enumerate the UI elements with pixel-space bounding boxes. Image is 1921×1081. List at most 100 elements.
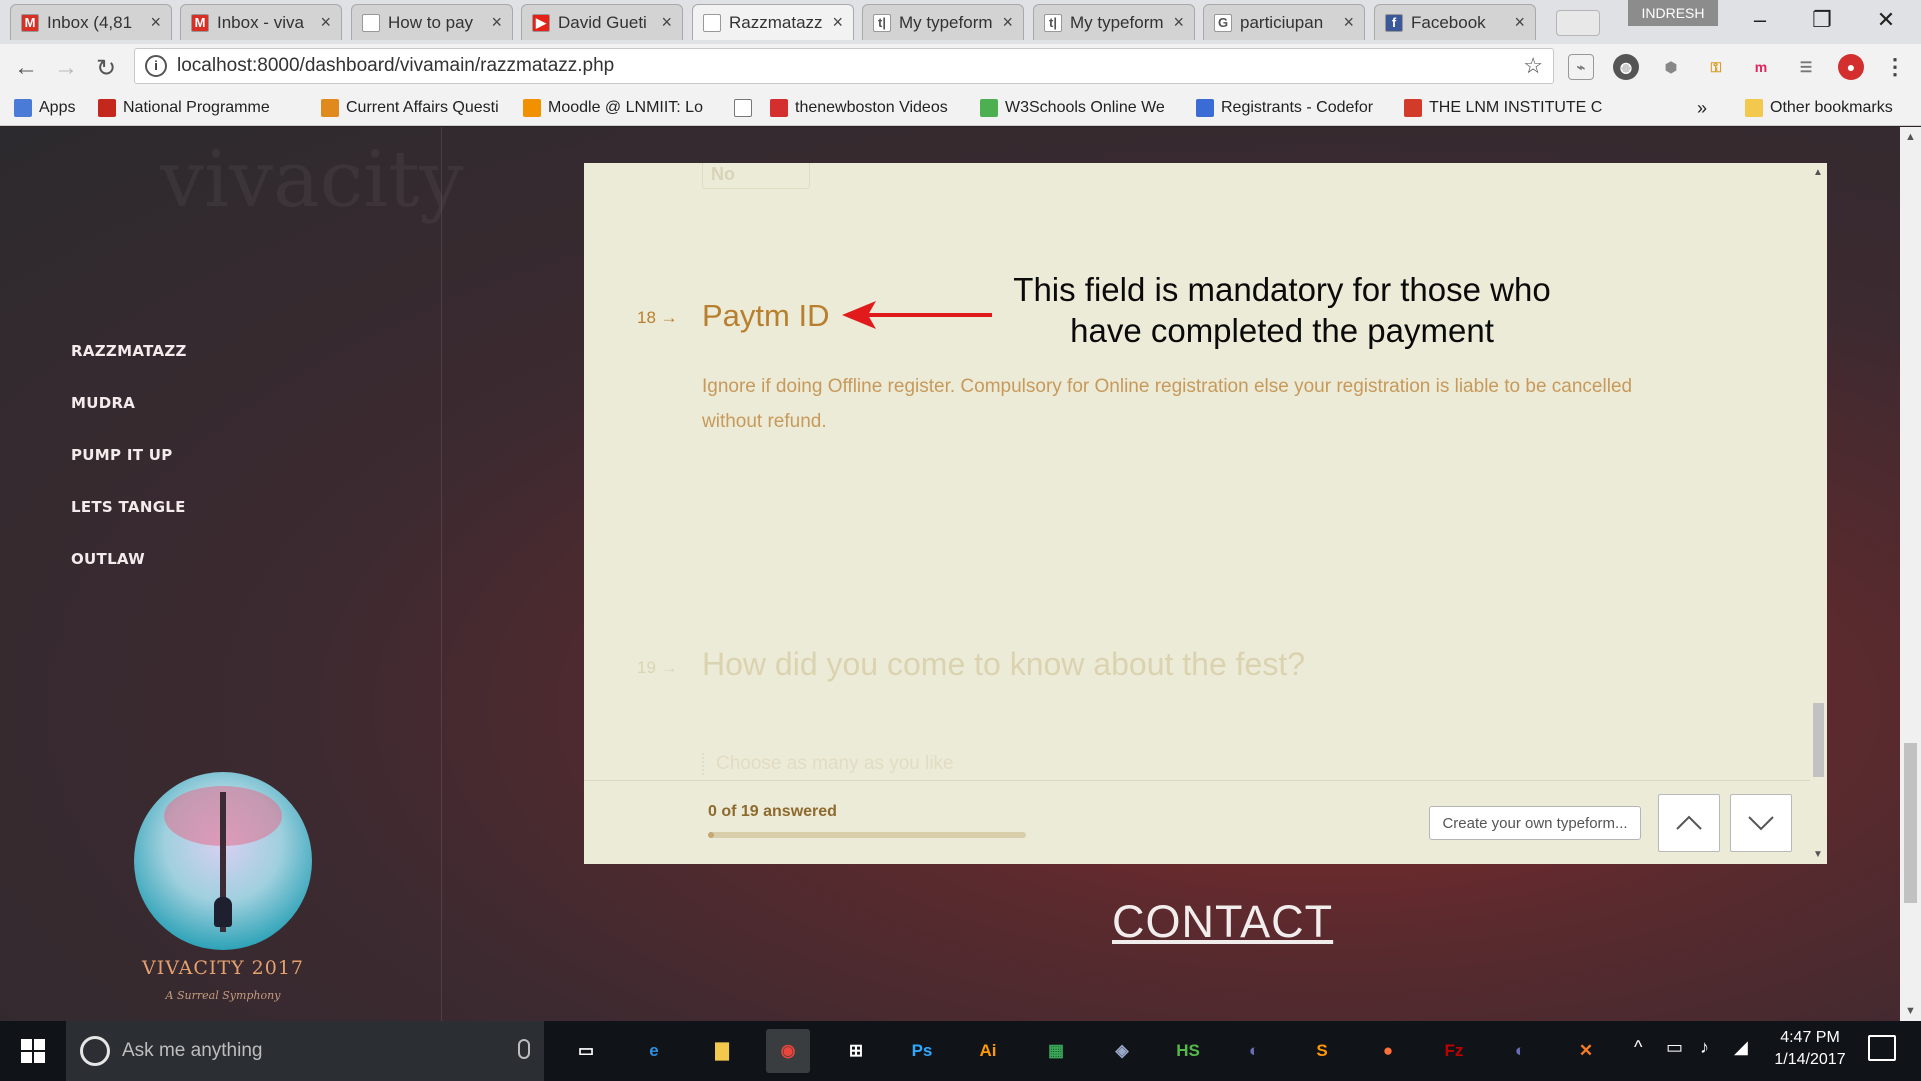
close-tab-icon[interactable]: × [1514, 12, 1525, 33]
microphone-icon[interactable] [518, 1039, 530, 1059]
typeform-scroll-thumb[interactable] [1813, 703, 1824, 777]
extension-cast-icon[interactable]: ⌁ [1568, 54, 1594, 80]
restore-icon[interactable]: ❐ [1798, 4, 1846, 36]
bookmark-6[interactable]: thenewboston Videos [770, 96, 970, 120]
taskbar-eclipse-2-icon[interactable]: ◐ [1498, 1029, 1542, 1073]
bookmark-3[interactable]: Current Affairs Questi [321, 96, 511, 120]
create-typeform-button[interactable]: Create your own typeform... [1429, 806, 1641, 840]
gmail-icon: M [191, 13, 209, 32]
tab-6[interactable]: t| My typeform × [862, 4, 1024, 40]
tab-2[interactable]: M Inbox - viva × [180, 4, 342, 40]
taskbar-clock[interactable]: 4:47 PM 1/14/2017 [1760, 1027, 1860, 1071]
close-tab-icon[interactable]: × [150, 12, 161, 33]
bookmark-4[interactable]: Moodle @ LNMIIT: Lo [523, 96, 723, 120]
taskbar-xampp-icon[interactable]: ✕ [1564, 1029, 1608, 1073]
extension-key-icon[interactable]: ⚿ [1703, 54, 1729, 80]
taskbar-sublime-icon[interactable]: S [1300, 1029, 1344, 1073]
tab-4[interactable]: ▶ David Gueti × [521, 4, 683, 40]
taskbar-firefox-icon[interactable]: ● [1366, 1029, 1410, 1073]
tray-overflow-icon[interactable]: ^ [1634, 1037, 1642, 1058]
tab-1[interactable]: M Inbox (4,81 × [10, 4, 172, 40]
network-icon[interactable]: ◢ [1734, 1037, 1748, 1058]
tab-3[interactable]: How to pay × [351, 4, 513, 40]
question-19-hint: Choose as many as you like [702, 753, 954, 775]
youtube-icon: ▶ [532, 13, 550, 32]
minimize-icon[interactable]: – [1736, 4, 1784, 36]
close-tab-icon[interactable]: × [832, 12, 843, 33]
sidebar-item-pump-it-up[interactable]: PUMP IT UP [71, 446, 173, 464]
close-tab-icon[interactable]: × [320, 12, 331, 33]
forward-icon[interactable]: → [50, 52, 82, 84]
contact-link[interactable]: CONTACT [1112, 896, 1333, 948]
tab-8[interactable]: Gparticiupan × [1203, 4, 1365, 40]
sidebar-item-outlaw[interactable]: OUTLAW [71, 550, 145, 568]
taskbar-hs-app-icon[interactable]: HS [1166, 1029, 1210, 1073]
lnm-icon [1404, 99, 1422, 117]
close-tab-icon[interactable]: × [491, 12, 502, 33]
taskbar-edge-icon[interactable]: e [632, 1029, 676, 1073]
tab-7[interactable]: t| My typeform × [1033, 4, 1195, 40]
taskbar-filezilla-icon[interactable]: Fz [1432, 1029, 1476, 1073]
address-bar[interactable]: i localhost:8000/dashboard/vivamain/razz… [134, 48, 1554, 84]
cortana-icon [80, 1036, 110, 1066]
tab-5[interactable]: Razzmatazz × [692, 4, 854, 40]
page-scrollbar[interactable]: ▲ ▼ [1900, 127, 1921, 1021]
taskbar-app-circle-icon[interactable]: ◈ [1100, 1029, 1144, 1073]
extension-reader-icon[interactable]: ☰ [1793, 54, 1819, 80]
bookmark-9[interactable]: THE LNM INSTITUTE C [1404, 96, 1614, 120]
close-tab-icon[interactable]: × [1343, 12, 1354, 33]
close-tab-icon[interactable]: × [661, 12, 672, 33]
battery-icon[interactable]: ▭ [1666, 1037, 1683, 1058]
tab-9[interactable]: f Facebook × [1374, 4, 1536, 40]
back-icon[interactable]: ← [10, 52, 42, 84]
bookmark-2[interactable]: National Programme [98, 96, 310, 120]
page-scroll-up-icon[interactable]: ▲ [1905, 131, 1916, 143]
question-18-description: Ignore if doing Offline register. Compul… [702, 376, 1633, 432]
extension-m-icon[interactable]: m [1748, 54, 1774, 80]
close-window-icon[interactable]: ✕ [1862, 4, 1910, 36]
volume-icon[interactable]: ♪ [1700, 1037, 1709, 1058]
scroll-down-arrow-icon[interactable]: ▼ [1813, 849, 1823, 860]
next-question-button[interactable] [1730, 794, 1792, 852]
page-scroll-down-icon[interactable]: ▼ [1905, 1005, 1916, 1017]
bookmark-label: thenewboston Videos [795, 99, 948, 116]
menu-icon[interactable]: ⋮ [1882, 54, 1908, 80]
taskbar-file-explorer-icon[interactable]: ▇ [700, 1029, 744, 1073]
close-tab-icon[interactable]: × [1173, 12, 1184, 33]
page-scroll-thumb[interactable] [1904, 743, 1917, 903]
bookmark-label: Current Affairs Questi [346, 99, 499, 116]
taskbar-photoshop-icon[interactable]: Ps [900, 1029, 944, 1073]
reload-icon[interactable]: ↻ [90, 52, 122, 84]
extension-globe-icon[interactable]: ◍ [1613, 54, 1639, 80]
new-tab-button[interactable] [1556, 10, 1600, 36]
sidebar-item-lets-tangle[interactable]: LETS TANGLE [71, 498, 186, 516]
scroll-up-arrow-icon[interactable]: ▲ [1813, 167, 1823, 178]
cortana-search-box[interactable]: Ask me anything [66, 1021, 544, 1081]
taskbar-chrome-icon[interactable]: ◉ [766, 1029, 810, 1073]
previous-question-button[interactable] [1658, 794, 1720, 852]
sidebar-item-mudra[interactable]: MUDRA [71, 394, 135, 412]
start-button[interactable] [0, 1021, 66, 1081]
action-center-icon[interactable] [1868, 1035, 1896, 1061]
bookmark-1[interactable]: Apps [14, 96, 94, 120]
bookmarks-overflow-button[interactable]: » [1697, 96, 1707, 120]
taskbar-store-icon[interactable]: ⊞ [834, 1029, 878, 1073]
taskbar-sheets-icon[interactable]: ▦ [1034, 1029, 1078, 1073]
extension-record-icon[interactable]: ● [1838, 54, 1864, 80]
sidebar-item-razzmatazz[interactable]: RAZZMATAZZ [71, 342, 187, 360]
taskbar-eclipse-icon[interactable]: ◐ [1232, 1029, 1276, 1073]
bookmark-10[interactable]: Other bookmarks [1745, 96, 1905, 120]
close-tab-icon[interactable]: × [1002, 12, 1013, 33]
taskbar-illustrator-icon[interactable]: Ai [966, 1029, 1010, 1073]
previous-answer-no[interactable]: No [702, 163, 810, 189]
bookmark-star-icon[interactable]: ☆ [1523, 53, 1543, 79]
bookmark-5[interactable] [734, 96, 764, 120]
extension-shield-icon[interactable]: ⬢ [1658, 54, 1684, 80]
bookmark-8[interactable]: Registrants - Codefor [1196, 96, 1394, 120]
bookmark-7[interactable]: W3Schools Online We [980, 96, 1185, 120]
taskbar-task-view-icon[interactable]: ▭ [564, 1029, 608, 1073]
site-info-icon[interactable]: i [145, 55, 167, 77]
profile-button[interactable]: INDRESH [1628, 0, 1718, 26]
typeform-scrollbar[interactable]: ▲ ▼ [1810, 163, 1827, 864]
bookmark-label: Moodle @ LNMIIT: Lo [548, 99, 703, 116]
